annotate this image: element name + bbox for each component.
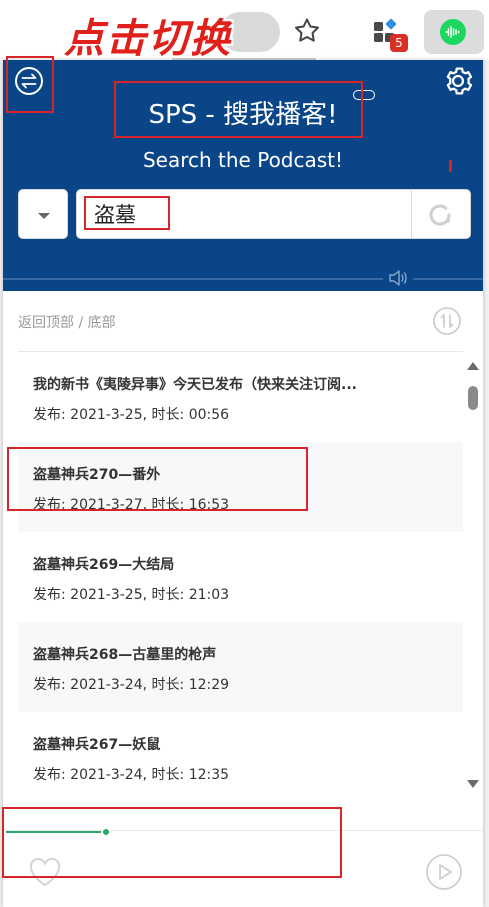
episode-date: 发布: 2021-3-24 (33, 677, 143, 693)
star-icon[interactable] (292, 16, 322, 46)
playback-progress-handle[interactable] (101, 827, 111, 837)
page-subtitle: Search the Podcast! (142, 148, 344, 172)
episode-duration: 时长: 12:35 (151, 767, 230, 783)
battery-decoration-icon (353, 90, 375, 100)
header-progress-line (3, 278, 383, 280)
episode-date: 发布: 2021-3-25 (33, 407, 143, 423)
podcast-popup: SPS - 搜我播客! Search the Podcast! 盗墓 返回顶部 … (3, 60, 483, 907)
list-item[interactable]: 盗墓神兵267—妖鼠 发布: 2021-3-24, 时长: 12:35 (18, 712, 463, 802)
episode-meta: 发布: 2021-3-25, 时长: 00:56 (33, 407, 230, 423)
switch-arrows-icon[interactable] (14, 66, 44, 96)
screenshot-stage: 5 点击切换 SPS - 搜我播客! Search the Podcast! 盗… (0, 0, 489, 907)
play-icon[interactable] (425, 853, 463, 891)
back-to-top-bottom-link[interactable]: 返回顶部 / 底部 (18, 312, 116, 332)
episode-duration: 时长: 00:56 (151, 407, 230, 423)
header-progress-line-right (413, 278, 483, 280)
episode-list: 我的新书《夷陵异事》今天已发布（快来关注订阅... 发布: 2021-3-25,… (18, 352, 463, 822)
episode-duration: 时长: 21:03 (151, 587, 230, 603)
episode-date: 发布: 2021-3-25 (33, 587, 143, 603)
list-scrollbar[interactable] (465, 360, 481, 800)
episode-meta: 发布: 2021-3-24, 时长: 12:35 (33, 767, 230, 783)
search-input[interactable] (78, 191, 410, 237)
source-dropdown[interactable] (18, 189, 68, 239)
scroll-up-arrow-icon[interactable] (467, 362, 479, 370)
episode-meta: 发布: 2021-3-27, 时长: 16:53 (33, 497, 230, 513)
search-divider (411, 190, 412, 238)
episode-meta: 发布: 2021-3-24, 时长: 12:29 (33, 677, 230, 693)
switch-banner-text: 点击切换 (64, 16, 232, 62)
episode-duration: 时长: 12:29 (151, 677, 230, 693)
list-item[interactable]: 盗墓神兵269—大结局 发布: 2021-3-25, 时长: 21:03 (18, 532, 463, 622)
scrollbar-thumb[interactable] (468, 386, 478, 410)
episode-meta: 发布: 2021-3-25, 时长: 21:03 (33, 587, 230, 603)
playback-progress-bar[interactable] (6, 831, 107, 833)
list-item[interactable]: 盗墓神兵270—番外 发布: 2021-3-27, 时长: 16:53 (18, 442, 463, 532)
sort-toggle-icon[interactable] (432, 306, 462, 336)
podcast-extension-icon[interactable] (440, 19, 466, 45)
episode-title: 盗墓神兵270—番外 (33, 467, 161, 483)
volume-icon[interactable] (387, 268, 409, 288)
heart-icon[interactable] (27, 855, 63, 889)
list-item[interactable]: 我的新书《夷陵异事》今天已发布（快来关注订阅... 发布: 2021-3-25,… (18, 352, 463, 442)
list-item[interactable]: 盗墓神兵268—古墓里的枪声 发布: 2021-3-24, 时长: 12:29 (18, 622, 463, 712)
page-title: SPS - 搜我播客! (148, 100, 338, 130)
episode-title: 我的新书《夷陵异事》今天已发布（快来关注订阅... (33, 377, 357, 393)
episode-title: 盗墓神兵267—妖鼠 (33, 737, 161, 753)
episode-title: 盗墓神兵269—大结局 (33, 557, 175, 573)
episode-duration: 时长: 16:53 (151, 497, 230, 513)
search-loading-icon[interactable] (427, 202, 453, 228)
popup-header: SPS - 搜我播客! Search the Podcast! (3, 60, 483, 291)
browser-toolbar: 5 点击切换 (0, 0, 489, 62)
scroll-down-arrow-icon[interactable] (467, 780, 479, 788)
chevron-down-icon (38, 213, 50, 219)
red-mark (449, 160, 452, 172)
episode-date: 发布: 2021-3-24 (33, 767, 143, 783)
audio-player (3, 827, 483, 907)
extension-badge: 5 (390, 34, 408, 52)
gear-icon[interactable] (441, 64, 475, 98)
nav-row: 返回顶部 / 底部 (3, 291, 483, 351)
episode-title: 盗墓神兵268—古墓里的枪声 (33, 647, 217, 663)
search-box (76, 189, 471, 239)
episode-date: 发布: 2021-3-27 (33, 497, 143, 513)
